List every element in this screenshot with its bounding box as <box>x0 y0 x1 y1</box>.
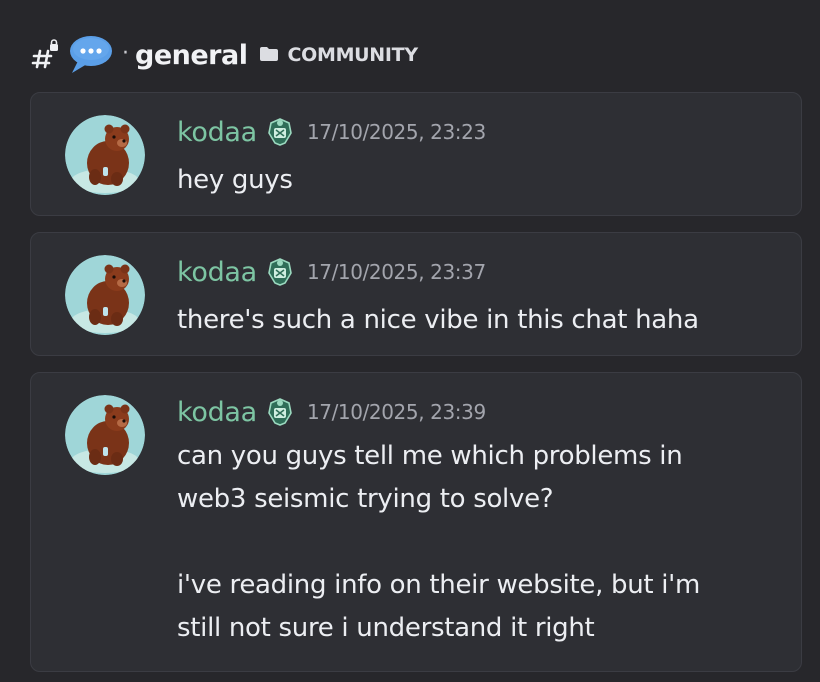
category-label[interactable]: COMMUNITY <box>287 44 418 66</box>
hash-lock-icon <box>30 39 62 71</box>
message-text: can you guys tell me which problems in w… <box>177 441 701 643</box>
message-meta: kodaa 17/10/2025, 23:37 <box>177 257 486 288</box>
shield-badge-icon[interactable] <box>265 117 295 147</box>
message-card: kodaa 17/10/2025, 23:23 hey guys <box>30 92 802 216</box>
timestamp: 17/10/2025, 23:23 <box>306 120 486 144</box>
timestamp: 17/10/2025, 23:39 <box>306 400 486 424</box>
message-card: kodaa 17/10/2025, 23:37 there's such a n… <box>30 232 802 356</box>
avatar[interactable] <box>65 395 145 475</box>
author-name[interactable]: kodaa <box>177 257 257 288</box>
separator-dot: · <box>122 40 129 66</box>
message-text: there's such a nice vibe in this chat ha… <box>177 305 699 335</box>
message-card: kodaa 17/10/2025, 23:39 can you guys tel… <box>30 372 802 672</box>
avatar[interactable] <box>65 255 145 335</box>
timestamp: 17/10/2025, 23:37 <box>306 260 486 284</box>
message-meta: kodaa 17/10/2025, 23:39 <box>177 397 486 428</box>
shield-badge-icon[interactable] <box>265 257 295 287</box>
folder-icon <box>259 46 279 62</box>
author-name[interactable]: kodaa <box>177 397 257 428</box>
author-name[interactable]: kodaa <box>177 117 257 148</box>
shield-badge-icon[interactable] <box>265 397 295 427</box>
message-meta: kodaa 17/10/2025, 23:23 <box>177 117 486 148</box>
channel-name[interactable]: general <box>135 40 248 71</box>
channel-header: · general COMMUNITY <box>30 34 418 76</box>
speech-bubble-icon <box>66 34 114 76</box>
message-text: hey guys <box>177 165 293 195</box>
avatar[interactable] <box>65 115 145 195</box>
